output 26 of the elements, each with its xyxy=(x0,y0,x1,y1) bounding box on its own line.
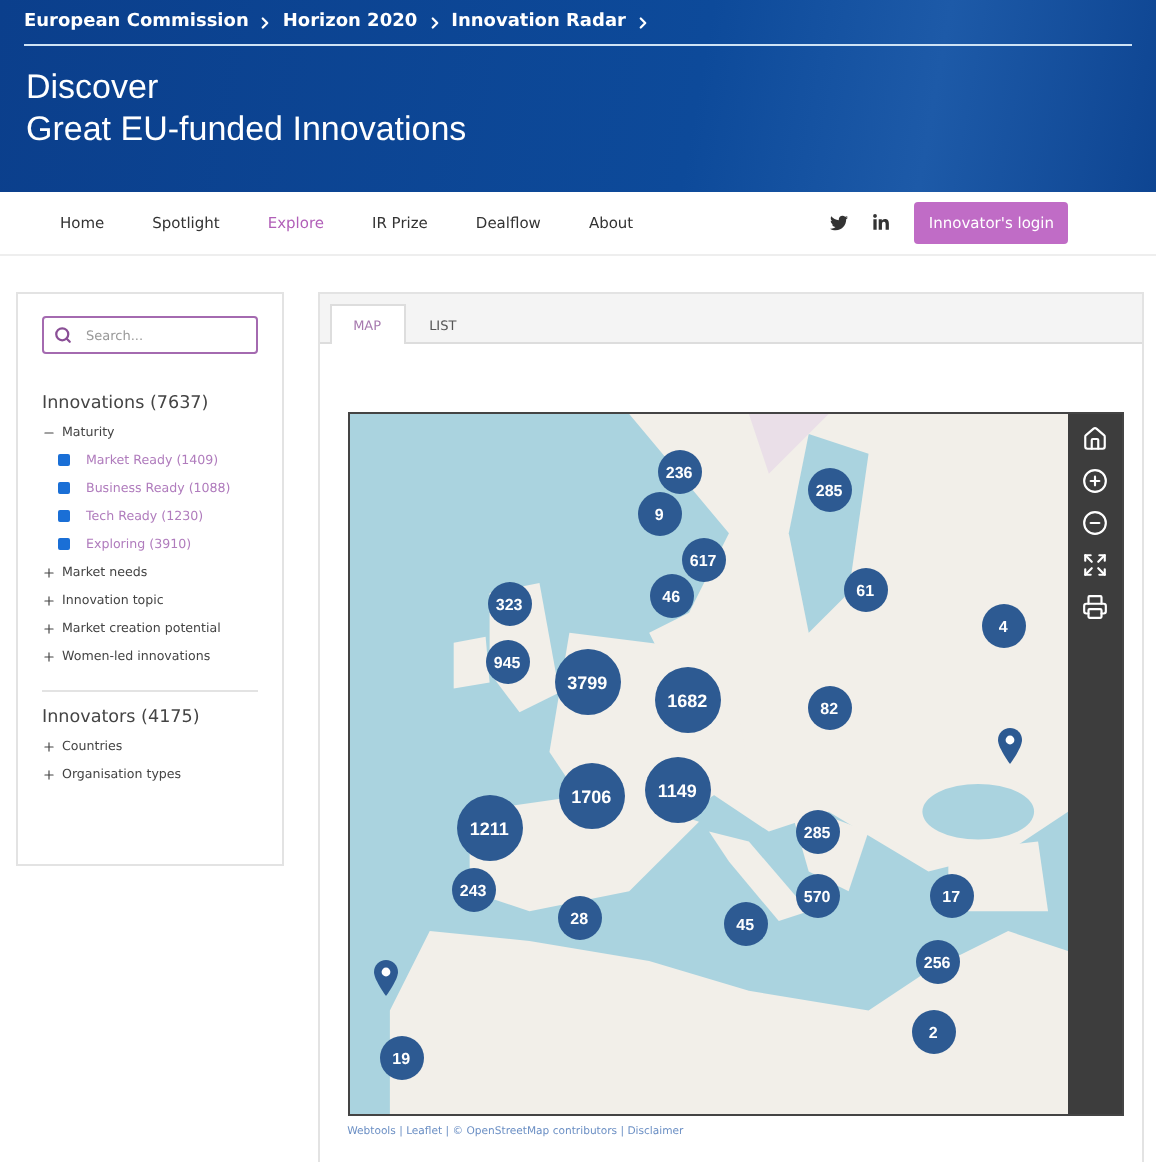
checkbox[interactable] xyxy=(58,510,70,522)
breadcrumb-link[interactable]: Innovation Radar xyxy=(451,12,626,32)
plus-icon xyxy=(42,739,56,753)
linkedin-icon[interactable] xyxy=(872,214,891,232)
breadcrumb-link[interactable]: Horizon 2020 xyxy=(282,12,418,32)
plus-icon xyxy=(42,565,56,579)
breadcrumb-link[interactable]: European Commission xyxy=(24,12,249,32)
zoom-in-icon[interactable] xyxy=(1081,468,1108,494)
fullscreen-icon[interactable] xyxy=(1081,552,1108,578)
plus-icon xyxy=(42,621,56,635)
home-icon[interactable] xyxy=(1081,426,1108,452)
plus-icon xyxy=(42,593,56,607)
map-pin-icon[interactable] xyxy=(373,960,398,996)
zoom-out-icon[interactable] xyxy=(1081,510,1108,536)
twitter-icon[interactable] xyxy=(830,214,849,232)
section-title: Innovations (7637) xyxy=(42,394,211,414)
plus-icon xyxy=(42,649,56,663)
page-title: Discover Great EU-funded Innovations xyxy=(26,66,469,150)
checkbox[interactable] xyxy=(58,482,70,494)
plus-icon xyxy=(42,767,56,781)
search-icon xyxy=(54,326,72,344)
print-icon[interactable] xyxy=(1081,594,1108,620)
checkbox[interactable] xyxy=(58,454,70,466)
checkbox[interactable] xyxy=(58,538,70,550)
section-title: Innovators (4175) xyxy=(42,708,202,728)
map-pin-icon[interactable] xyxy=(997,728,1022,764)
